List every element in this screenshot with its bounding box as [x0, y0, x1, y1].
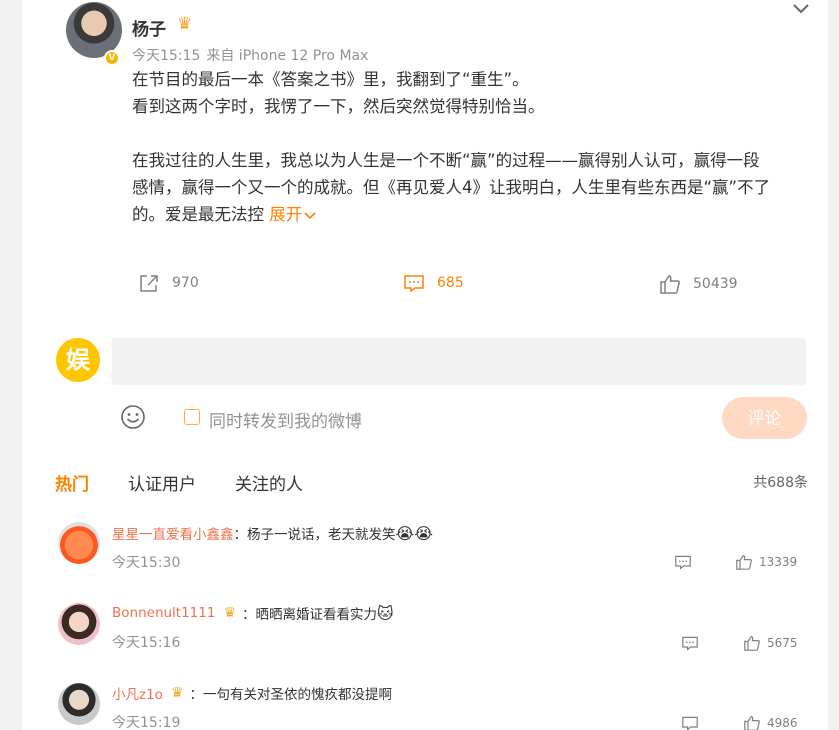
comment-like-button[interactable]: 4986 — [743, 715, 798, 730]
crown-icon: ♛ — [223, 605, 237, 621]
submit-comment-button[interactable]: 评论 — [722, 397, 807, 439]
comment-time: 今天15:16 — [112, 635, 181, 651]
commenter-avatar[interactable] — [58, 603, 100, 645]
current-user-avatar: 娱 — [56, 338, 100, 382]
commenter-name[interactable]: 小凡z1o — [112, 683, 163, 703]
comment-text: 晒晒离婚证看看实力 — [255, 607, 378, 623]
verified-icon: V — [104, 50, 120, 66]
emoji-icon[interactable] — [120, 404, 146, 430]
repost-label[interactable]: 同时转发到我的微博 — [209, 407, 362, 432]
post-line-text: 的。爱是最无法控 — [132, 205, 264, 224]
reply-icon[interactable] — [674, 554, 692, 570]
comment-like-button[interactable]: 5675 — [743, 635, 798, 651]
like-count: 50439 — [693, 276, 738, 292]
emoji-crying-icon: 😭😭 — [395, 523, 433, 543]
author-name[interactable]: 杨子 — [132, 15, 166, 40]
emoji-cat-icon: 🐱 — [377, 603, 394, 623]
chevron-down-icon — [304, 212, 316, 220]
comment-sep: ： — [233, 527, 248, 543]
comment-total: 共688条 — [753, 475, 808, 491]
expand-label: 展开 — [269, 205, 303, 224]
like-icon — [744, 635, 760, 651]
crown-icon: ♛ — [170, 685, 184, 701]
post-source: 来自 iPhone 12 Pro Max — [206, 48, 369, 64]
like-button[interactable]: 50439 — [659, 274, 738, 294]
comment-line: 小凡z1o ♛ ： 一句有关对圣依的愧疚都没提啊 — [112, 683, 392, 703]
comment-sep: ： — [189, 687, 204, 703]
crown-icon: ♛ — [177, 14, 193, 34]
reply-icon[interactable] — [681, 635, 699, 651]
like-icon — [660, 275, 680, 294]
comment-like-count: 5675 — [767, 636, 798, 650]
comment-sep: ： — [242, 607, 256, 623]
comment-time: 今天15:19 — [112, 715, 181, 730]
tab-hot[interactable]: 热门 — [55, 470, 89, 495]
comment-like-count: 13339 — [759, 555, 798, 569]
share-button[interactable]: 970 — [138, 273, 199, 293]
post-line: 看到这两个字时，我愣了一下，然后突然觉得特别恰当。 — [132, 97, 545, 116]
post-body: 在节目的最后一本《答案之书》里，我翻到了“重生”。 看到这两个字时，我愣了一下，… — [132, 66, 802, 228]
comment-text: 杨子一说话，老天就发笑 — [247, 527, 396, 543]
comment-input[interactable] — [112, 338, 806, 385]
post-line: 在我过往的人生里，我总以为人生是一个不断“赢”的过程——赢得别人认可，赢得一段 — [132, 151, 760, 170]
post-line: 的。爱是最无法控 展开 — [132, 201, 802, 228]
expand-link[interactable]: 展开 — [269, 205, 316, 224]
share-icon — [140, 275, 158, 292]
comment-icon — [404, 275, 424, 293]
post-meta: 今天15:15 来自 iPhone 12 Pro Max — [132, 45, 374, 65]
comment-like-count: 4986 — [767, 716, 798, 730]
comment-time: 今天15:30 — [112, 555, 181, 571]
comment-line: Bonnenult1111 ♛ ： 晒晒离婚证看看实力 🐱 — [112, 603, 394, 624]
commenter-avatar[interactable] — [58, 522, 100, 564]
post-time[interactable]: 今天15:15 — [132, 48, 200, 64]
post-line: 在节目的最后一本《答案之书》里，我翻到了“重生”。 — [132, 70, 529, 89]
share-count: 970 — [172, 275, 199, 291]
commenter-name[interactable]: 星星一直爱看小鑫鑫 — [112, 523, 234, 543]
comment-line: 星星一直爱看小鑫鑫 ： 杨子一说话，老天就发笑 😭😭 — [112, 523, 433, 544]
comment-like-button[interactable]: 13339 — [735, 554, 797, 570]
repost-checkbox[interactable] — [184, 409, 200, 425]
like-icon — [744, 715, 760, 730]
reply-icon[interactable] — [681, 715, 699, 730]
comment-count: 685 — [437, 275, 464, 291]
tab-following[interactable]: 关注的人 — [235, 470, 303, 495]
like-icon — [736, 554, 752, 570]
chevron-down-icon[interactable] — [792, 2, 810, 16]
commenter-avatar[interactable] — [58, 683, 100, 725]
comment-text: 一句有关对圣依的愧疚都没提啊 — [203, 687, 392, 703]
commenter-name[interactable]: Bonnenult1111 — [112, 605, 215, 621]
weibo-card: V 杨子 ♛ 今天15:15 来自 iPhone 12 Pro Max 在节目的最… — [22, 0, 828, 730]
comment-button[interactable]: 685 — [403, 273, 464, 293]
tab-verified[interactable]: 认证用户 — [128, 470, 196, 495]
post-line: 感情，赢得一个又一个的成就。但《再见爱人4》让我明白，人生里有些东西是“赢”不了 — [132, 178, 771, 197]
